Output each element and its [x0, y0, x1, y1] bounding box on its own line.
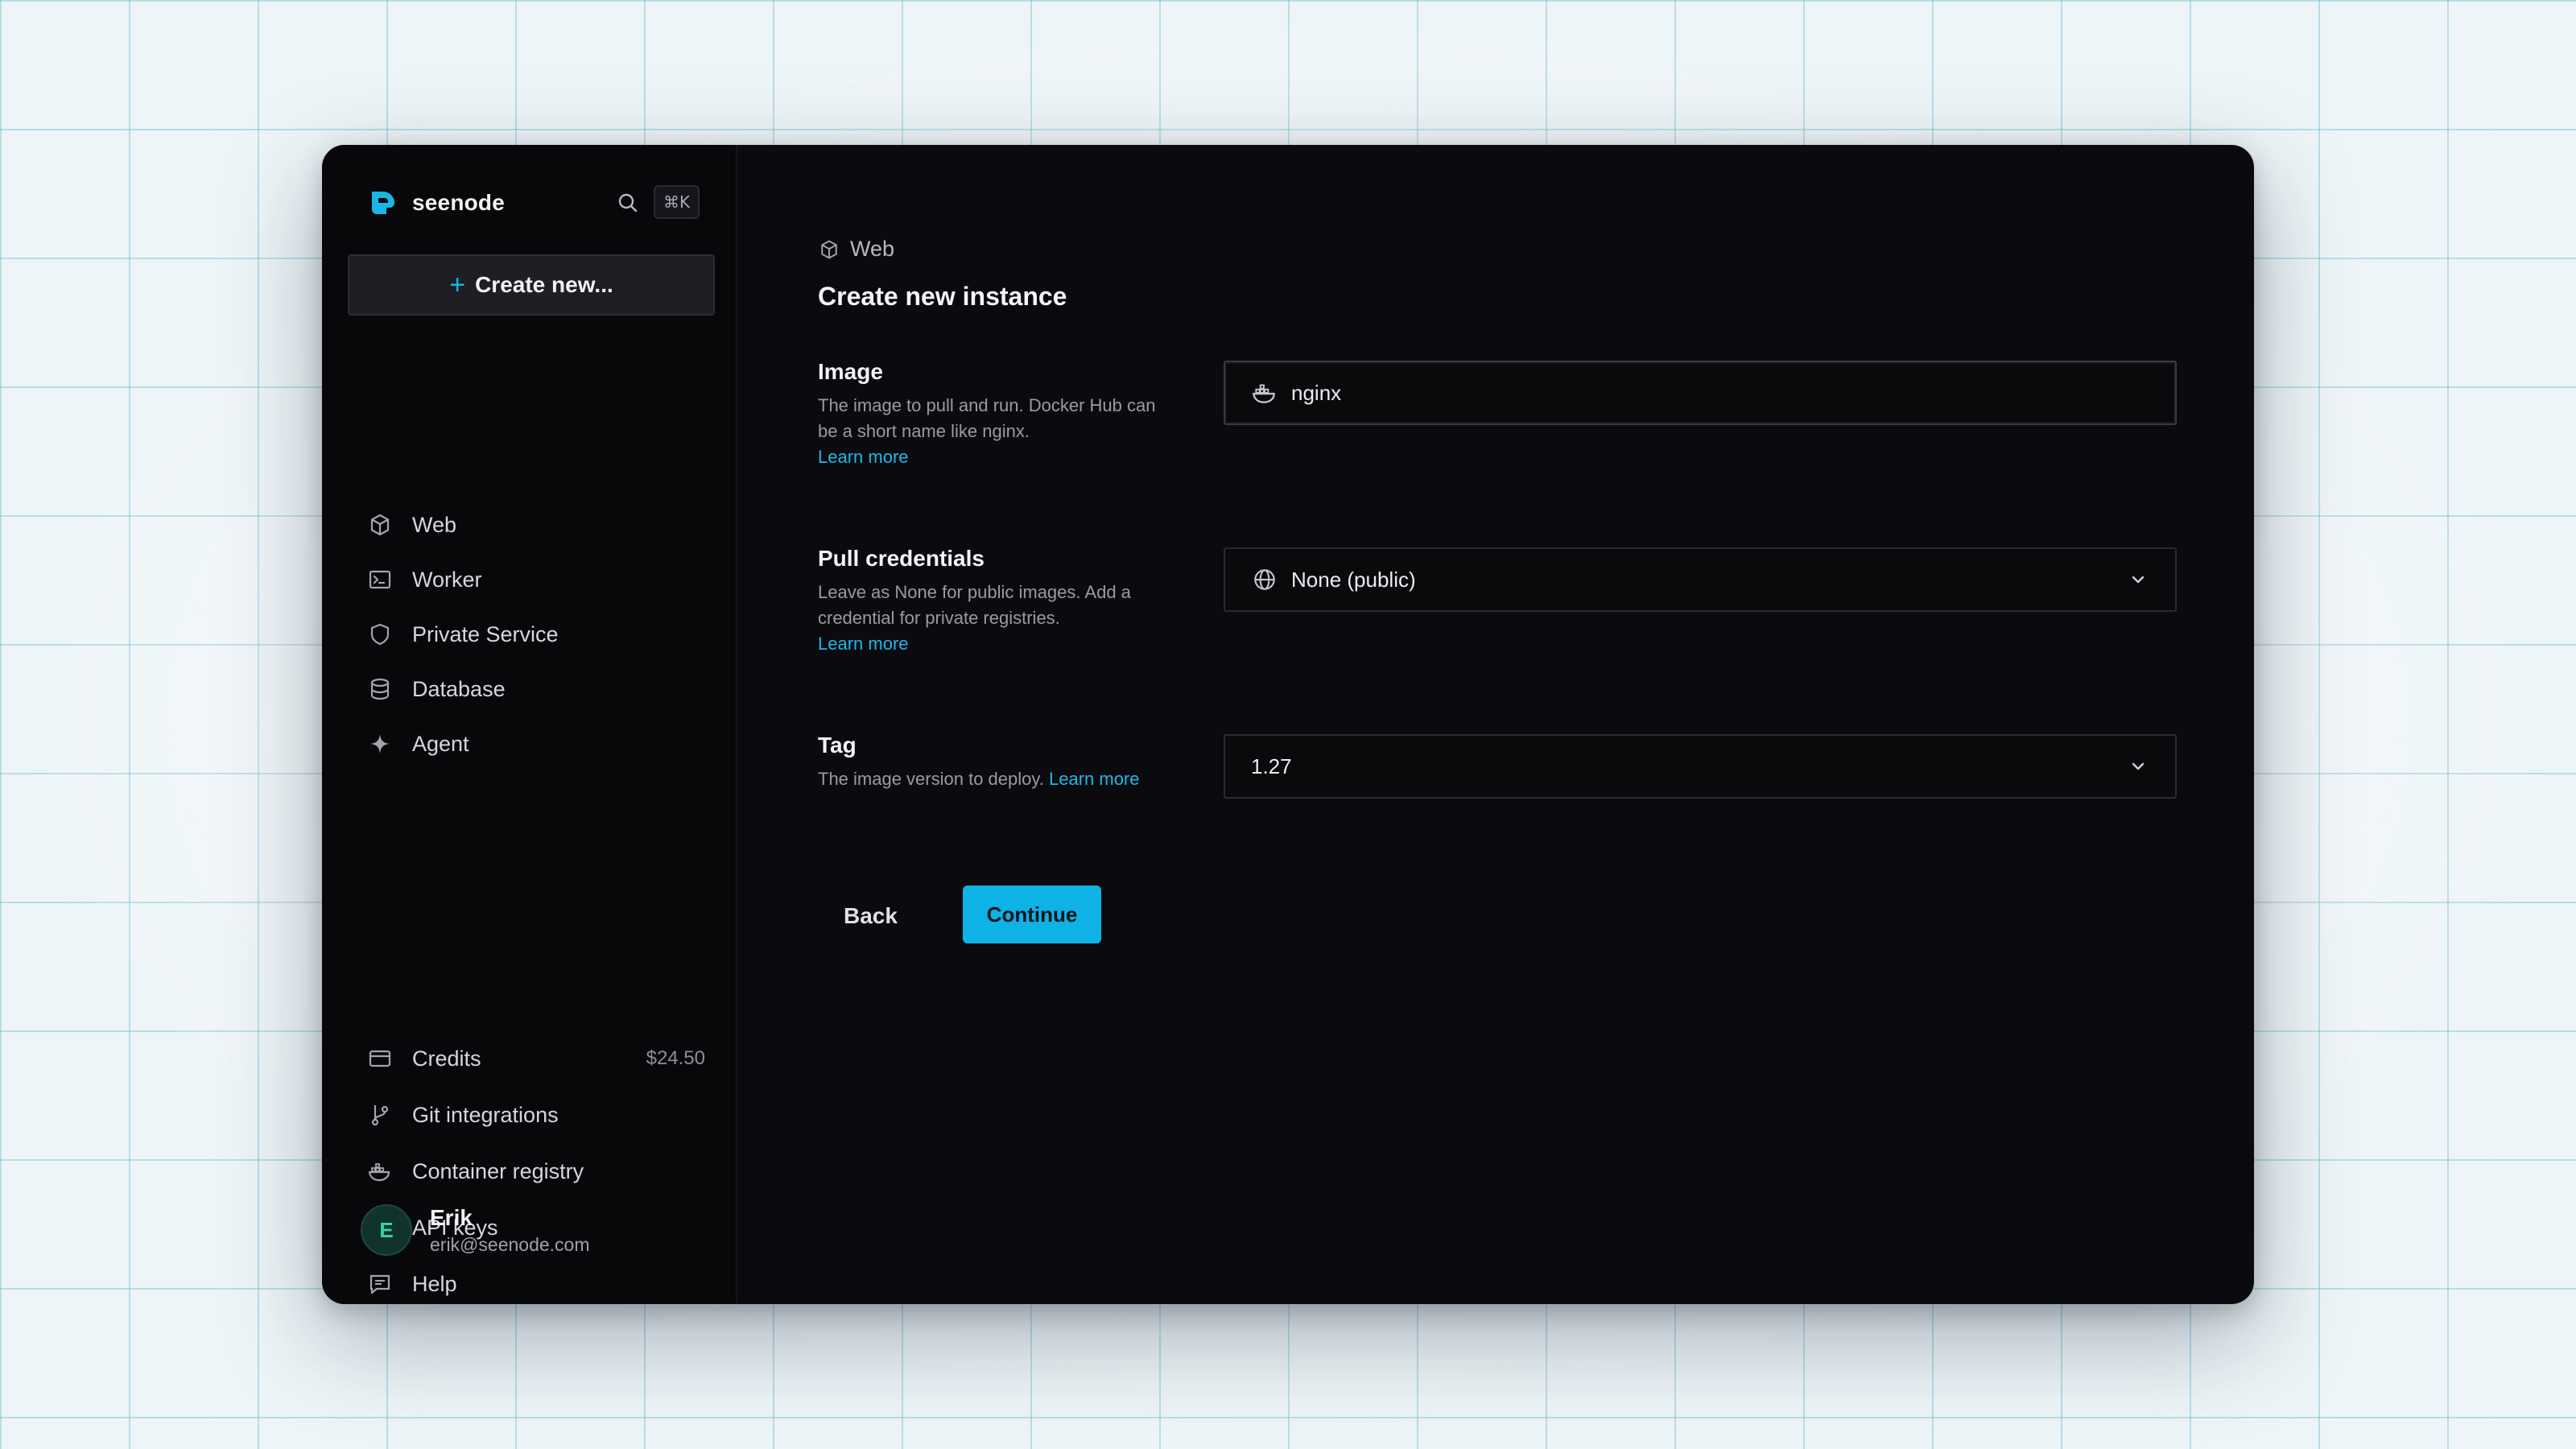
credentials-learn-more-link[interactable]: Learn more [818, 634, 909, 654]
sidebar-item-label: Git integrations [412, 1102, 559, 1127]
back-button[interactable]: Back [818, 887, 923, 945]
search-icon[interactable] [615, 190, 641, 216]
hexagon-icon [821, 240, 837, 258]
git-branch-icon [371, 1105, 389, 1126]
sidebar-item-web[interactable]: Web [367, 497, 705, 552]
image-help-text: The image to pull and run. Docker Hub ca… [818, 395, 1156, 441]
sidebar-item-label: Private Service [412, 621, 559, 646]
brand-name: seenode [412, 190, 505, 215]
continue-button[interactable]: Continue [963, 886, 1101, 943]
image-learn-more-link[interactable]: Learn more [818, 447, 909, 467]
credentials-help: Leave as None for public images. Add a c… [818, 580, 1172, 657]
search-shortcut-badge: ⌘K [654, 185, 700, 219]
sidebar-item-credits[interactable]: Credits $24.50 [367, 1030, 705, 1087]
sidebar-item-label: Database [412, 676, 506, 701]
tag-select[interactable]: 1.27 [1224, 734, 2177, 799]
user-name: Erik [430, 1204, 473, 1230]
main-content: Web Create new instance Image The image … [737, 145, 2254, 1304]
plus-icon: + [449, 270, 466, 300]
brand[interactable]: seenode [367, 187, 505, 219]
terminal-icon [369, 570, 391, 589]
message-icon [369, 1274, 390, 1294]
credentials-select[interactable]: None (public) [1224, 547, 2177, 612]
credentials-select-value: None (public) [1291, 567, 1416, 592]
credits-balance: $24.50 [646, 1047, 705, 1069]
user-profile[interactable]: E Erik erik@seenode.com [361, 1204, 590, 1256]
secondary-nav: Credits $24.50 Git integrations Containe… [367, 1030, 705, 1304]
tag-help-text: The image version to deploy. [818, 769, 1044, 789]
tag-label: Tag [818, 733, 857, 758]
sidebar-item-private-service[interactable]: Private Service [367, 607, 705, 662]
breadcrumb-label: Web [850, 237, 895, 261]
hexagon-icon [370, 514, 390, 536]
create-new-label: Create new... [475, 272, 613, 297]
image-input-value: nginx [1291, 380, 1342, 405]
page-title: Create new instance [818, 282, 1067, 311]
credentials-help-text: Leave as None for public images. Add a c… [818, 582, 1131, 628]
docker-icon [368, 1163, 390, 1182]
sidebar: seenode ⌘K + Create new... Web Worker Pr… [322, 145, 737, 1304]
image-input[interactable]: nginx [1224, 361, 2177, 425]
globe-icon [1254, 569, 1275, 590]
sidebar-item-label: Credits [412, 1046, 481, 1071]
image-label: Image [818, 359, 883, 384]
sparkle-icon [370, 734, 390, 753]
avatar: E [361, 1204, 412, 1256]
sidebar-item-agent[interactable]: Agent [367, 716, 705, 771]
chevron-down-icon [2132, 576, 2145, 584]
docker-icon [1253, 384, 1275, 403]
database-icon [370, 678, 390, 700]
sidebar-item-database[interactable]: Database [367, 662, 705, 716]
sidebar-item-container-registry[interactable]: Container registry [367, 1143, 705, 1199]
sidebar-item-label: Web [412, 512, 457, 537]
sidebar-item-label: Worker [412, 567, 482, 592]
sidebar-item-label: Agent [412, 731, 469, 756]
chevron-down-icon [2132, 762, 2145, 770]
sidebar-item-git-integrations[interactable]: Git integrations [367, 1087, 705, 1143]
shield-icon [370, 623, 390, 646]
seenode-logo-icon [372, 192, 394, 214]
credentials-label: Pull credentials [818, 546, 985, 571]
sidebar-item-label: Help [412, 1271, 457, 1296]
sidebar-item-help[interactable]: Help [367, 1256, 705, 1304]
credit-card-icon [369, 1050, 391, 1067]
app-window: seenode ⌘K + Create new... Web Worker Pr… [322, 145, 2254, 1304]
sidebar-item-worker[interactable]: Worker [367, 552, 705, 607]
create-new-button[interactable]: + Create new... [348, 254, 715, 316]
tag-select-value: 1.27 [1251, 753, 1292, 778]
user-email: erik@seenode.com [430, 1233, 590, 1255]
tag-learn-more-link[interactable]: Learn more [1049, 769, 1140, 789]
sidebar-item-label: Container registry [412, 1158, 584, 1183]
tag-help: The image version to deploy. Learn more [818, 766, 1220, 792]
image-help: The image to pull and run. Docker Hub ca… [818, 393, 1172, 470]
primary-nav: Web Worker Private Service Database Agen… [367, 497, 705, 771]
breadcrumb[interactable]: Web [818, 237, 894, 262]
